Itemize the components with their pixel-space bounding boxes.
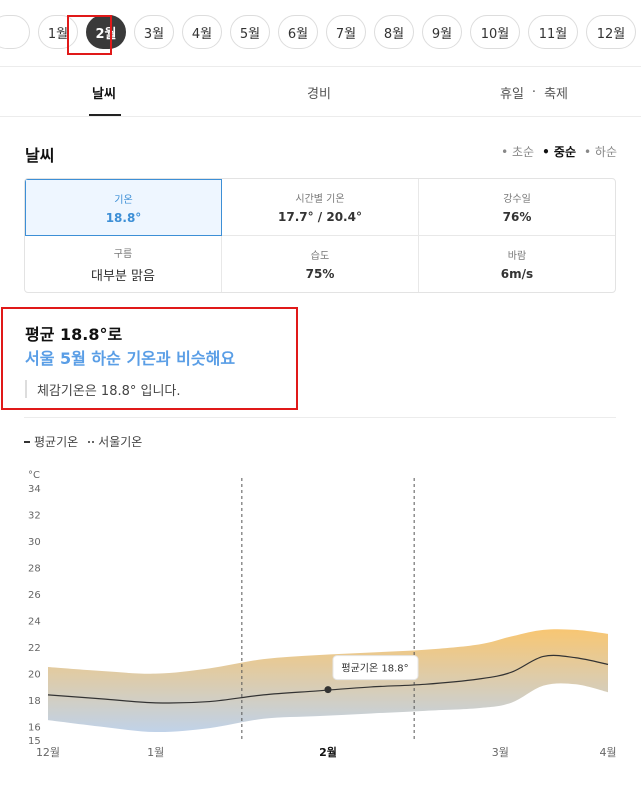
- month-4[interactable]: 4월: [182, 15, 222, 49]
- month-8[interactable]: 8월: [374, 15, 414, 49]
- y-tick-label: 18: [28, 696, 41, 707]
- month-1[interactable]: 1월: [38, 15, 78, 49]
- tooltip-label: 평균기온 18.8°: [341, 663, 408, 675]
- month-10[interactable]: 10월: [470, 15, 520, 49]
- tab-festival-label: 축제: [544, 86, 568, 102]
- y-tick-label: 34: [28, 484, 41, 495]
- x-tick-label: 4월: [599, 746, 616, 759]
- y-tick-label: 28: [28, 564, 41, 575]
- stat-hourly-temp[interactable]: 시간별 기온 17.7° / 20.4°: [222, 179, 419, 236]
- tab-bar: 날씨 경비 휴일 · 축제: [0, 67, 641, 117]
- feels-like-text: 체감기온은 18.8° 입니다.: [25, 380, 181, 399]
- month-2[interactable]: 2월: [86, 15, 126, 49]
- legend-avg-label: 평균기온: [34, 435, 79, 449]
- x-tick-label: 3월: [492, 746, 509, 759]
- x-tick-label: 1월: [147, 746, 164, 759]
- stat-value: 17.7° / 20.4°: [278, 210, 362, 224]
- summary-compare-text: 서울 5월 하순 기온과 비슷해요: [25, 349, 236, 368]
- y-tick-label: 30: [28, 537, 41, 548]
- legend-avg: 평균기온: [24, 433, 78, 450]
- summary-avg-text: 평균 18.8°로: [25, 325, 123, 344]
- stat-label: 습도: [310, 251, 330, 262]
- stat-label: 시간별 기온: [295, 194, 345, 205]
- legend-solid-swatch: [24, 440, 30, 443]
- stat-value: 75%: [305, 267, 335, 281]
- stat-value: 6m/s: [500, 267, 534, 281]
- legend-seoul-label: 서울기온: [98, 435, 143, 449]
- stat-wind[interactable]: 바람 6m/s: [419, 236, 615, 292]
- x-tick-label: 2월: [319, 745, 337, 759]
- month-prev-partial[interactable]: [0, 15, 30, 49]
- stat-label: 바람: [507, 251, 527, 262]
- stat-cloud[interactable]: 구름 대부분 맑음: [25, 236, 222, 292]
- month-12[interactable]: 12월: [586, 15, 636, 49]
- stat-label: 기온: [114, 194, 133, 206]
- x-axis: 12월 1월 2월 3월 4월: [36, 745, 617, 759]
- legend-dotted-swatch: [88, 440, 95, 443]
- stat-avg-temp[interactable]: 기온 18.8°: [25, 179, 222, 236]
- month-5[interactable]: 5월: [230, 15, 270, 49]
- y-tick-label: 16: [28, 723, 41, 734]
- divider: [0, 116, 641, 117]
- y-tick-label: 32: [28, 511, 41, 522]
- period-late[interactable]: • 하순: [584, 143, 617, 160]
- x-tick-label: 12월: [36, 746, 60, 759]
- tab-separator-dot: ·: [531, 84, 537, 100]
- stat-label: 강수일: [503, 194, 531, 205]
- temp-range-band: [48, 629, 608, 733]
- tab-holiday-festival[interactable]: 휴일 · 축제: [500, 67, 568, 117]
- month-6[interactable]: 6월: [278, 15, 318, 49]
- y-unit-label: °C: [28, 470, 40, 481]
- marker-dot: [324, 686, 332, 694]
- stat-humidity[interactable]: 습도 75%: [222, 236, 419, 292]
- divider: [24, 417, 616, 418]
- tab-weather[interactable]: 날씨: [92, 67, 116, 117]
- stat-value: 76%: [502, 210, 532, 224]
- month-3[interactable]: 3월: [134, 15, 174, 49]
- period-selector: • 초순 • 중순 • 하순: [501, 143, 617, 160]
- month-7[interactable]: 7월: [326, 15, 366, 49]
- stat-value: 18.8°: [105, 210, 142, 225]
- section-title: 날씨: [25, 146, 55, 165]
- y-tick-label: 22: [28, 643, 41, 654]
- month-9[interactable]: 9월: [422, 15, 462, 49]
- tab-holiday-label: 휴일: [500, 86, 524, 102]
- stat-precip[interactable]: 강수일 76%: [419, 179, 615, 236]
- month-selector: 1월 2월 3월 4월 5월 6월 7월 8월 9월 10월 11월 12월: [0, 15, 636, 49]
- stat-label: 구름: [113, 248, 133, 260]
- temperature-chart: °C1516182022242628303234 평균기온 18.8° 12월 1…: [28, 470, 617, 759]
- period-early[interactable]: • 초순: [501, 143, 534, 160]
- y-tick-label: 20: [28, 670, 41, 681]
- month-11[interactable]: 11월: [528, 15, 578, 49]
- weather-stats-table: 기온 18.8° 시간별 기온 17.7° / 20.4° 강수일 76% 구름…: [24, 178, 616, 293]
- period-mid[interactable]: • 중순: [542, 143, 576, 160]
- tab-cost[interactable]: 경비: [307, 67, 331, 117]
- legend-seoul: 서울기온: [88, 433, 142, 450]
- stat-value: 대부분 맑음: [91, 268, 155, 284]
- y-tick-label: 26: [28, 590, 41, 601]
- y-tick-label: 24: [28, 617, 41, 628]
- chart-legend: 평균기온 서울기온: [24, 433, 142, 450]
- y-axis: °C1516182022242628303234: [28, 470, 41, 747]
